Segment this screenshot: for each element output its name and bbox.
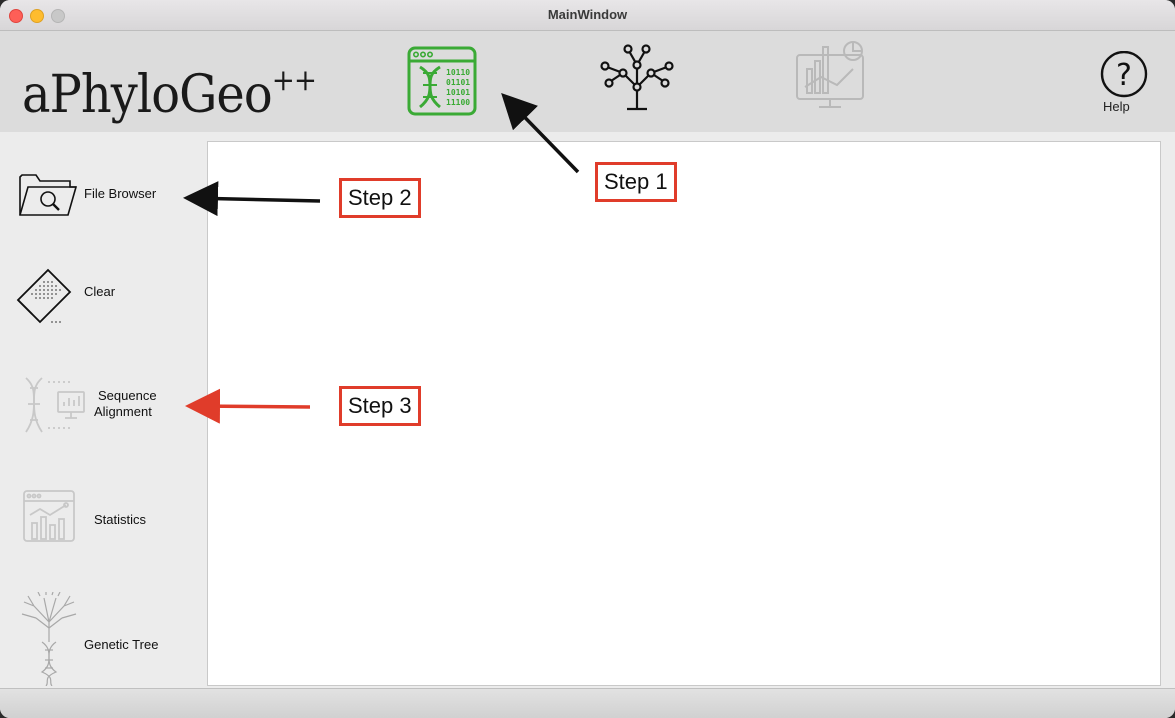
step1-annotation: Step 1 <box>595 162 677 202</box>
main-window: MainWindow aPhyloGeo++ 10110 01101 10101 <box>0 0 1175 718</box>
annotation-arrows <box>183 92 580 424</box>
step1-arrow <box>501 92 580 174</box>
step2-annotation: Step 2 <box>339 178 421 218</box>
step2-arrow <box>183 181 321 217</box>
step3-arrow <box>185 388 311 424</box>
step3-annotation: Step 3 <box>339 386 421 426</box>
